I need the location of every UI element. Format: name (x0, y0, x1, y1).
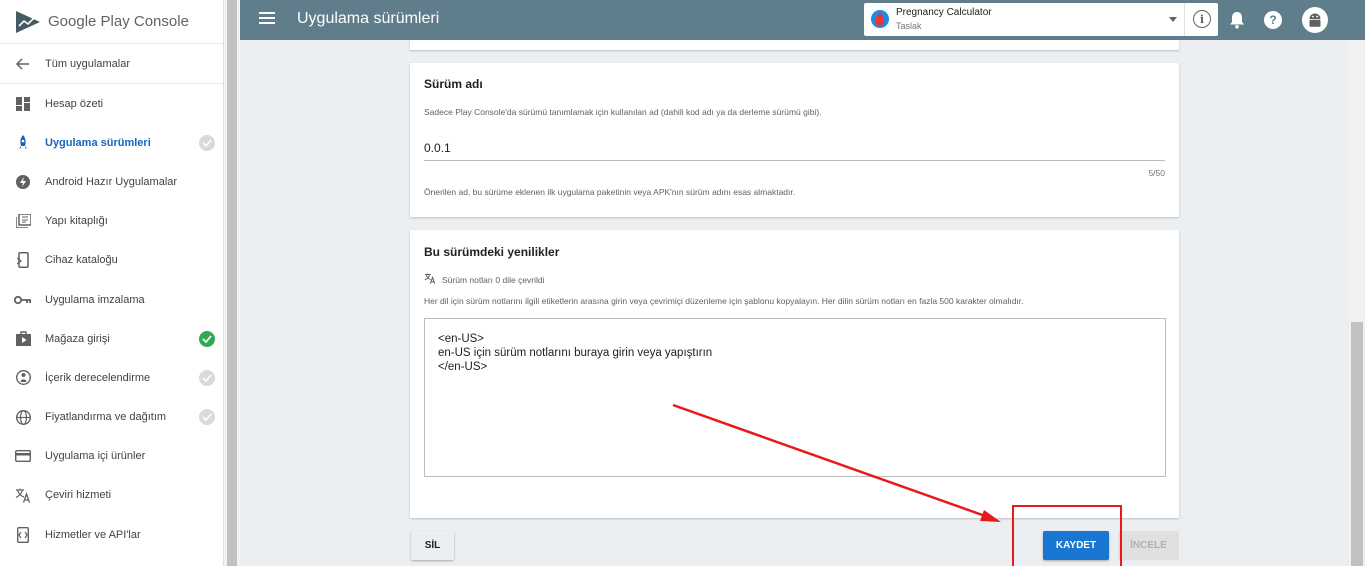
sidebar-item-label: Yapı kitaplığı (45, 215, 108, 228)
sidebar-item-app-signing[interactable]: Uygulama imzalama (0, 280, 223, 319)
arrow-back-icon (14, 55, 32, 73)
sidebar-item-label: Uygulama sürümleri (45, 136, 151, 149)
key-icon (14, 291, 32, 309)
check-icon (199, 409, 215, 426)
previous-card (410, 40, 1179, 50)
divider (1184, 3, 1185, 36)
release-notes-title: Bu sürümdeki yenilikler (424, 245, 560, 259)
sidebar-scrollbar[interactable] (224, 0, 240, 566)
sidebar-item-in-app-products[interactable]: Uygulama içi ürünler (0, 437, 223, 476)
all-apps-link[interactable]: Tüm uygulamalar (0, 44, 223, 84)
app-status: Taslak (896, 21, 922, 31)
check-icon (199, 134, 215, 151)
annotation-highlight-box (1012, 505, 1122, 566)
sidebar-item-label: Uygulama imzalama (45, 293, 145, 306)
release-name-hint: Önerilen ad, bu sürüme eklenen ilk uygul… (424, 187, 796, 197)
content-scrollbar[interactable] (1349, 40, 1365, 566)
character-counter: 5/50 (1148, 168, 1165, 178)
translation-status: Sürüm notları 0 dile çevrildi (424, 273, 545, 287)
bell-icon[interactable] (1229, 11, 1245, 29)
brand-name: Google Play Console (48, 13, 189, 30)
review-button[interactable]: İNCELE (1118, 531, 1179, 560)
app-selector[interactable]: Pregnancy Calculator Taslak i (864, 3, 1218, 36)
sidebar-item-label: Android Hazır Uygulamalar (45, 175, 178, 188)
sidebar-item-label: Çeviri hizmeti (45, 489, 112, 502)
translation-status-label: Sürüm notları 0 dile çevrildi (442, 275, 545, 285)
sidebar-item-artifact-library[interactable]: Yapı kitaplığı (0, 202, 223, 241)
release-notes-card: Bu sürümdeki yenilikler Sürüm notları 0 … (410, 230, 1179, 518)
translate-icon (14, 486, 32, 504)
release-name-card: Sürüm adı Sadece Play Console'da sürümü … (410, 63, 1179, 217)
sidebar-item-label: İçerik derecelendirme (45, 371, 151, 384)
brand[interactable]: Google Play Console (0, 0, 223, 44)
sidebar-item-label: Cihaz kataloğu (45, 254, 118, 267)
sidebar-item-instant-apps[interactable]: Android Hazır Uygulamalar (0, 162, 223, 201)
sidebar-item-device-catalog[interactable]: Cihaz kataloğu (0, 241, 223, 280)
library-icon (14, 212, 32, 230)
release-notes-description: Her dil için sürüm notlarını ilgili etik… (424, 296, 1024, 306)
rocket-icon (14, 134, 32, 152)
sidebar-item-dashboard[interactable]: Hesap özeti (0, 84, 223, 123)
play-console-logo-icon (16, 10, 40, 33)
sidebar-item-app-releases[interactable]: Uygulama sürümleri (0, 123, 223, 162)
api-icon (14, 526, 32, 544)
release-name-input[interactable]: 0.0.1 (424, 141, 1165, 161)
sidebar-item-label: Hesap özeti (45, 97, 104, 110)
sidebar-item-label: Mağaza girişi (45, 332, 110, 345)
sidebar-item-label: Uygulama içi ürünler (45, 450, 146, 463)
help-icon[interactable]: ? (1264, 11, 1282, 29)
notes-line: en-US için sürüm notlarını buraya girin … (438, 347, 713, 359)
card-icon (14, 447, 32, 465)
device-icon (14, 251, 32, 269)
top-app-bar: Uygulama sürümleri Pregnancy Calculator … (240, 0, 1365, 40)
page-title: Uygulama sürümleri (297, 10, 440, 27)
sidebar-item-translation-service[interactable]: Çeviri hizmeti (0, 476, 223, 515)
sidebar-item-pricing-distribution[interactable]: Fiyatlandırma ve dağıtım (0, 398, 223, 437)
store-icon (14, 330, 32, 348)
globe-icon (14, 408, 32, 426)
content-scrollbar-thumb[interactable] (1351, 322, 1363, 566)
dashboard-icon (14, 95, 32, 113)
info-icon[interactable]: i (1193, 10, 1211, 28)
release-name-title: Sürüm adı (424, 77, 483, 91)
android-avatar-icon (1309, 13, 1321, 27)
sidebar-item-content-rating[interactable]: İçerik derecelendirme (0, 358, 223, 397)
sidebar-item-label: Hizmetler ve API'lar (45, 528, 141, 541)
sidebar-item-store-listing[interactable]: Mağaza girişi (0, 319, 223, 358)
notes-line: </en-US> (438, 361, 488, 373)
rating-icon (14, 369, 32, 387)
notes-line: <en-US> (438, 333, 485, 345)
menu-icon[interactable] (259, 12, 275, 26)
release-notes-textarea[interactable]: <en-US> en-US için sürüm notlarını buray… (424, 318, 1166, 477)
all-apps-label: Tüm uygulamalar (45, 57, 130, 70)
release-name-description: Sadece Play Console'da sürümü tanımlamak… (424, 107, 822, 117)
sidebar-item-label: Fiyatlandırma ve dağıtım (45, 411, 167, 424)
app-avatar-icon (871, 10, 889, 28)
delete-button[interactable]: SİL (411, 531, 454, 560)
avatar[interactable] (1302, 7, 1328, 33)
sidebar-scrollbar-thumb[interactable] (227, 0, 237, 566)
bolt-icon (14, 173, 32, 191)
app-name: Pregnancy Calculator (896, 7, 992, 18)
check-icon (199, 330, 215, 347)
translate-icon (424, 273, 436, 287)
check-icon (199, 369, 215, 386)
sidebar-item-services-apis[interactable]: Hizmetler ve API'lar (0, 515, 223, 554)
chevron-down-icon[interactable] (1169, 17, 1177, 22)
sidebar: Google Play Console Tüm uygulamalar Hesa… (0, 0, 224, 566)
